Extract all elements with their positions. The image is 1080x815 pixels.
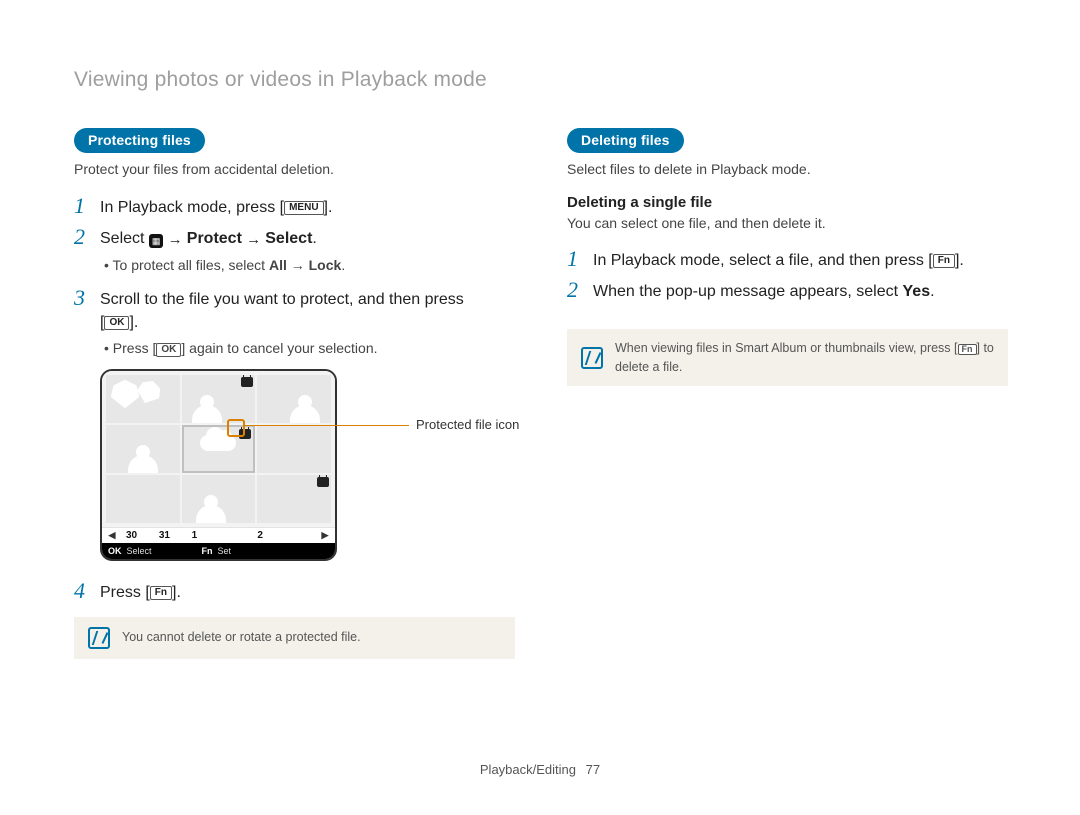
- chevron-right-icon: ▶: [317, 530, 333, 541]
- thumbnail: [106, 475, 180, 523]
- arrow-icon: →: [163, 231, 186, 248]
- thumbnail: [257, 475, 331, 523]
- step-text: In Playback mode, select a file, and the…: [593, 252, 933, 269]
- yes-label: Yes: [903, 283, 931, 300]
- step-text: .: [312, 230, 316, 247]
- step-number: 2: [74, 225, 90, 248]
- note-icon: [88, 627, 110, 649]
- step-number: 3: [74, 286, 90, 309]
- thumbnail: [182, 375, 256, 423]
- step-2: 2 Select ▦ → Protect → Select.: [74, 225, 521, 251]
- step-text: ].: [172, 584, 181, 601]
- footer-section: Playback/Editing: [480, 762, 576, 777]
- device-action-bar: OK Select Fn Set: [102, 543, 335, 559]
- fn-action: Set: [218, 546, 232, 556]
- device-screenshot: ◀ 30 31 1 2 ▶ OK Select Fn Set: [100, 369, 337, 561]
- file-options-icon: ▦: [149, 234, 164, 248]
- thumbnail: [182, 475, 256, 523]
- step-number: 2: [567, 278, 583, 301]
- bullet-all-lock: To protect all files, select All → Lock.: [104, 255, 521, 276]
- step-text: In Playback mode, press [: [100, 199, 284, 216]
- step-3: 3 Scroll to the file you want to protect…: [74, 286, 521, 334]
- note-box: You cannot delete or rotate a protected …: [74, 617, 515, 659]
- lock-icon: [317, 477, 329, 487]
- callout-label: Protected file icon: [416, 417, 519, 432]
- date-bar: ◀ 30 31 1 2 ▶: [102, 527, 335, 543]
- thumbnail: [106, 375, 180, 423]
- arrow-icon: →: [242, 231, 265, 248]
- ok-key: OK: [108, 546, 122, 556]
- section-pill-protecting: Protecting files: [74, 128, 205, 153]
- step-1: 1 In Playback mode, press [MENU].: [74, 194, 521, 219]
- date-31: 31: [153, 530, 186, 541]
- bullet-cancel: Press [OK] again to cancel your selectio…: [104, 338, 521, 359]
- section-pill-deleting: Deleting files: [567, 128, 684, 153]
- left-column: Protecting files Protect your files from…: [74, 128, 521, 659]
- breadcrumb: Viewing photos or videos in Playback mod…: [74, 68, 1014, 92]
- note-icon: [581, 347, 603, 369]
- step-text: .: [930, 283, 934, 300]
- right-column: Deleting files Select files to delete in…: [567, 128, 1014, 659]
- lock-icon: [241, 377, 253, 387]
- step-text: Scroll to the file you want to protect, …: [100, 291, 464, 308]
- page-footer: Playback/Editing 77: [0, 762, 1080, 777]
- note-box-right: When viewing files in Smart Album or thu…: [567, 329, 1008, 385]
- step-number: 1: [567, 247, 583, 270]
- bracket: ].: [129, 314, 138, 331]
- callout-leader: [245, 425, 409, 426]
- step-number: 1: [74, 194, 90, 217]
- thumbnail: [257, 425, 331, 473]
- select-label: Select: [265, 230, 312, 247]
- callout-highlight: [227, 419, 245, 437]
- step-text: ].: [955, 252, 964, 269]
- step-2-right: 2 When the pop-up message appears, selec…: [567, 278, 1014, 303]
- step-text: When the pop-up message appears, select: [593, 283, 903, 300]
- note-text: When viewing files in Smart Album or thu…: [615, 339, 994, 375]
- deleting-single-heading: Deleting a single file: [567, 194, 1014, 211]
- step-number: 4: [74, 579, 90, 602]
- date-1: 1: [186, 530, 219, 541]
- chevron-left-icon: ◀: [104, 530, 120, 541]
- step-text: ].: [324, 199, 333, 216]
- thumbnail: [257, 375, 331, 423]
- date-30: 30: [120, 530, 153, 541]
- protecting-lead: Protect your files from accidental delet…: [74, 159, 521, 180]
- menu-button-badge: MENU: [284, 201, 323, 215]
- fn-button-badge: Fn: [958, 344, 977, 355]
- deleting-lead: Select files to delete in Playback mode.: [567, 159, 1014, 180]
- footer-page: 77: [586, 762, 600, 777]
- protect-label: Protect: [187, 230, 242, 247]
- ok-button-badge: OK: [156, 343, 181, 357]
- step-4: 4 Press [Fn].: [74, 579, 521, 604]
- thumbnail: [106, 425, 180, 473]
- date-2: 2: [251, 530, 284, 541]
- ok-button-badge: OK: [104, 316, 129, 330]
- fn-button-badge: Fn: [933, 254, 955, 268]
- step-1-right: 1 In Playback mode, select a file, and t…: [567, 247, 1014, 272]
- note-text: You cannot delete or rotate a protected …: [122, 628, 361, 646]
- deleting-single-text: You can select one file, and then delete…: [567, 215, 1014, 231]
- ok-action: Select: [127, 546, 152, 556]
- fn-button-badge: Fn: [150, 586, 172, 600]
- step-text: Select: [100, 230, 149, 247]
- fn-key: Fn: [202, 546, 213, 556]
- step-text: Press [: [100, 584, 150, 601]
